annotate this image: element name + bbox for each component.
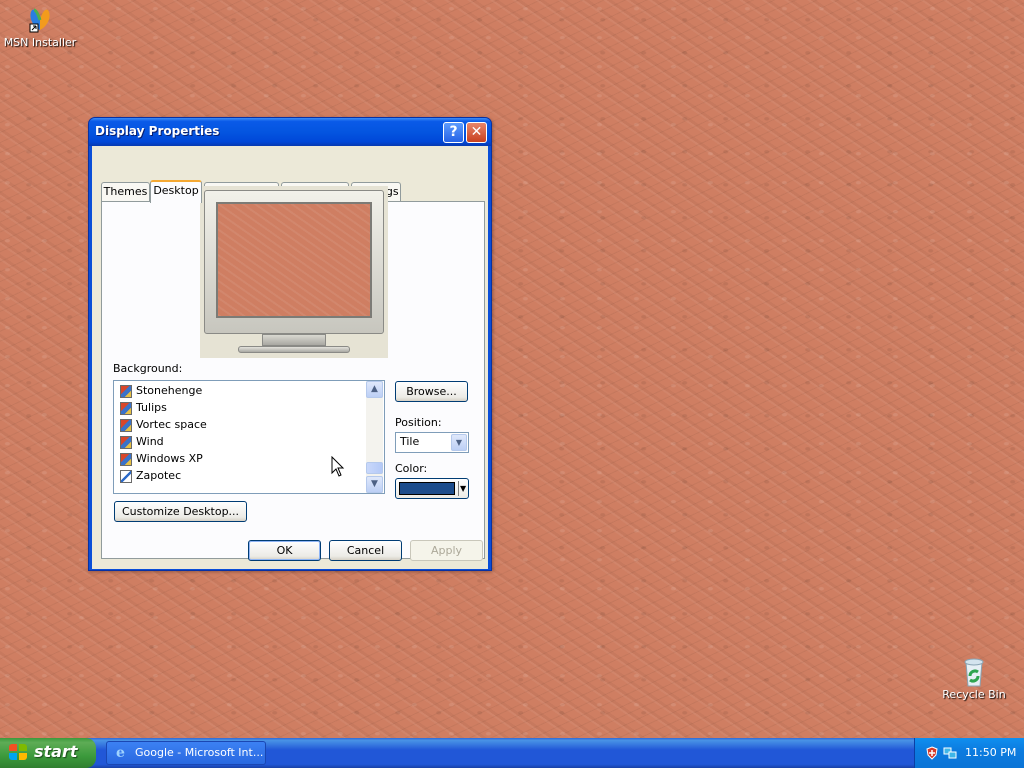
help-button[interactable]: ?: [443, 122, 464, 143]
start-button[interactable]: start: [0, 738, 96, 768]
msn-butterfly-icon: [29, 8, 50, 33]
security-shield-icon[interactable]: [925, 746, 939, 760]
clock: 11:50 PM: [965, 746, 1017, 759]
listbox-scrollbar[interactable]: ▲ ▼: [366, 381, 383, 493]
tab-desktop[interactable]: Desktop: [150, 180, 202, 203]
apply-button[interactable]: Apply: [410, 540, 483, 561]
preview-screen: [216, 202, 372, 318]
taskbar: start e Google - Microsoft Int... 11:50 …: [0, 738, 1024, 768]
taskbar-item-internet-explorer[interactable]: e Google - Microsoft Int...: [106, 741, 266, 765]
image-icon: [120, 435, 132, 449]
list-item[interactable]: Zapotec: [120, 467, 181, 484]
window-client-area: Themes Desktop Screen Saver Appearance S…: [92, 146, 488, 569]
mouse-cursor-icon: [331, 456, 345, 477]
monitor-preview: [200, 186, 388, 358]
taskbar-item-label: Google - Microsoft Int...: [135, 746, 264, 759]
ok-button[interactable]: OK: [248, 540, 321, 561]
monitor-base: [238, 346, 350, 353]
position-dropdown[interactable]: Tile ▼: [395, 432, 469, 453]
list-item[interactable]: Stonehenge: [120, 382, 202, 399]
window-title: Display Properties: [95, 124, 220, 138]
network-icon[interactable]: [943, 746, 957, 760]
desktop-icon-label: MSN Installer: [3, 36, 77, 49]
desktop-icon-msn-installer[interactable]: MSN Installer: [0, 4, 80, 49]
monitor-frame: [204, 190, 384, 334]
position-value: Tile: [400, 435, 420, 448]
scroll-up-icon[interactable]: ▲: [366, 381, 383, 398]
desktop-icon-recycle-bin[interactable]: Recycle Bin: [934, 656, 1014, 701]
display-properties-window: Display Properties ? ✕ Themes Desktop Sc…: [88, 117, 492, 571]
windows-logo-icon: [9, 744, 28, 762]
cancel-button[interactable]: Cancel: [329, 540, 402, 561]
list-item[interactable]: Windows XP: [120, 450, 203, 467]
scroll-down-icon[interactable]: ▼: [366, 476, 383, 493]
image-icon: [120, 384, 132, 398]
system-tray: 11:50 PM: [914, 738, 1024, 768]
internet-explorer-icon: e: [116, 745, 125, 761]
image-icon: [120, 401, 132, 415]
color-swatch: [399, 482, 455, 495]
start-label: start: [34, 742, 78, 761]
image-icon: [120, 418, 132, 432]
browse-button[interactable]: Browse...: [395, 381, 468, 402]
pen-image-icon: [120, 469, 132, 483]
desktop-icon-label: Recycle Bin: [942, 688, 1006, 701]
list-item[interactable]: Tulips: [120, 399, 167, 416]
color-picker-button[interactable]: ▼: [395, 478, 469, 499]
position-label: Position:: [395, 416, 442, 429]
color-label: Color:: [395, 462, 428, 475]
chevron-down-icon: ▼: [458, 481, 466, 496]
close-button[interactable]: ✕: [466, 122, 487, 143]
list-item[interactable]: Vortec space: [120, 416, 207, 433]
customize-desktop-button[interactable]: Customize Desktop...: [114, 501, 247, 522]
scroll-thumb[interactable]: [366, 462, 383, 474]
list-item[interactable]: Wind: [120, 433, 164, 450]
monitor-stand: [262, 334, 326, 346]
chevron-down-icon[interactable]: ▼: [451, 434, 467, 451]
recycle-bin-icon: [964, 658, 984, 687]
background-label: Background:: [113, 362, 183, 375]
image-icon: [120, 452, 132, 466]
title-bar[interactable]: Display Properties ? ✕: [89, 118, 491, 146]
tab-themes[interactable]: Themes: [101, 182, 150, 202]
